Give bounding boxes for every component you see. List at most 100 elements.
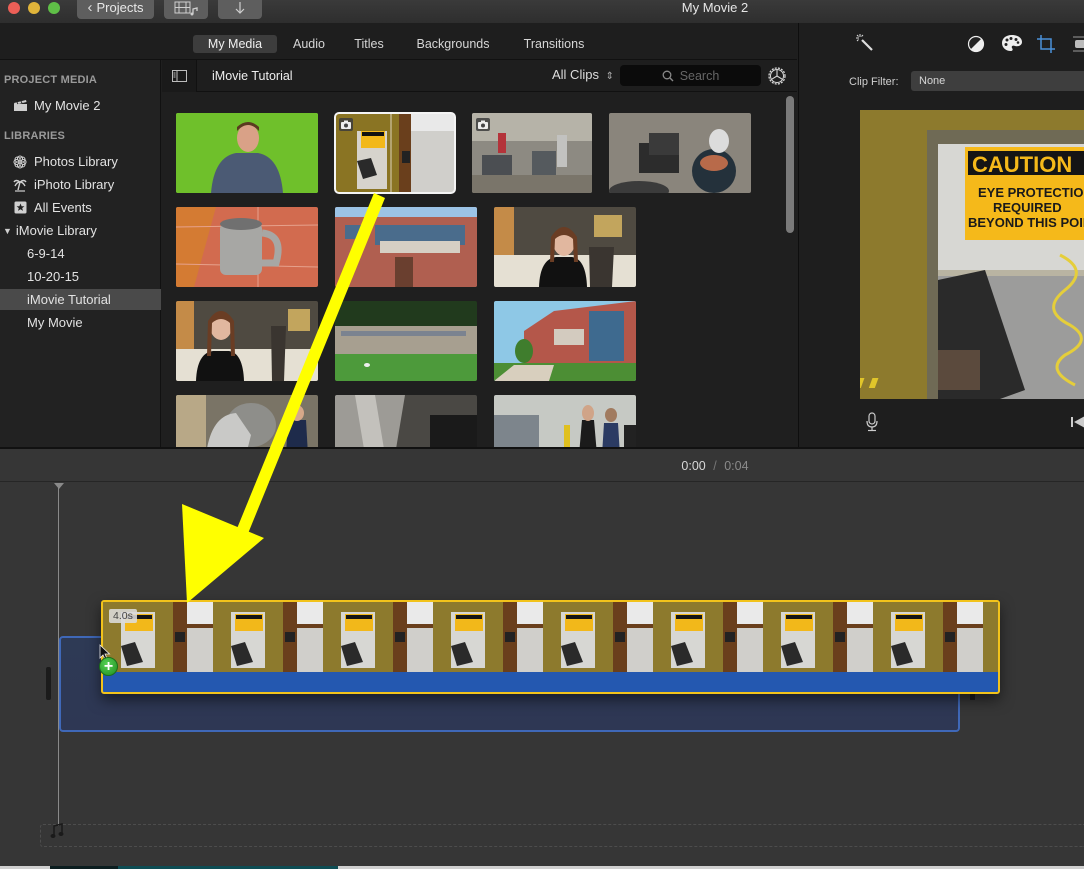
sidebar-item-all-events[interactable]: All Events — [0, 197, 161, 218]
media-clip-pewter-mug[interactable] — [176, 207, 318, 287]
clip-thumbnail — [472, 113, 592, 193]
media-clip-caution-sign-door[interactable] — [334, 112, 456, 194]
media-clip-casting-molds[interactable] — [609, 113, 751, 193]
preview-sign-line-2: REQUIRED — [993, 200, 1062, 215]
libraries-sidebar: PROJECT MEDIA My Movie 2 LIBRARIES Photo… — [0, 60, 161, 447]
libraries-header: LIBRARIES — [4, 130, 66, 142]
preview-frame: CAUTION EYE PROTECTION REQUIRED BEYOND T… — [860, 110, 1084, 399]
tab-backgrounds[interactable]: Backgrounds — [408, 35, 498, 53]
media-browser-toggle-button[interactable] — [164, 0, 208, 19]
photo-badge — [339, 118, 353, 131]
sidebar-item-my-movie-2[interactable]: My Movie 2 — [0, 95, 161, 116]
clip-thumbnail — [494, 301, 636, 381]
music-note-icon — [50, 823, 64, 838]
clips-filter-dropdown[interactable]: All Clips ⇕ — [552, 67, 614, 82]
media-clip-university-sign-wall[interactable] — [335, 301, 477, 381]
stabilization-icon[interactable] — [1073, 35, 1084, 53]
time-separator: / — [713, 459, 717, 473]
disclosure-triangle-icon[interactable]: ▼ — [3, 226, 12, 236]
clip-thumbnail — [176, 395, 318, 447]
import-media-button[interactable] — [218, 0, 262, 19]
projects-button[interactable]: ‹ Projects — [77, 0, 154, 19]
media-clip-foundry-workshop[interactable] — [472, 113, 592, 193]
zoom-window-button[interactable] — [48, 2, 60, 14]
tab-audio[interactable]: Audio — [285, 35, 333, 53]
color-palette-icon[interactable] — [1001, 34, 1023, 53]
clip-thumbnail — [494, 395, 636, 447]
preview-sign-line-3: BEYOND THIS POINT — [968, 215, 1084, 230]
browser-header: iMovie Tutorial All Clips ⇕ Search — [162, 60, 797, 92]
media-clip-man-green-screen[interactable] — [176, 113, 318, 193]
current-time: 0:00 — [681, 459, 706, 473]
total-time: 0:04 — [724, 459, 749, 473]
playhead-handle[interactable] — [54, 483, 64, 489]
timeline: 0:00 / 0:04 4.0s + — [0, 447, 1084, 869]
search-icon — [662, 70, 674, 81]
magic-wand-icon[interactable] — [855, 33, 875, 53]
clip-thumbnail — [335, 301, 477, 381]
timeline-right-edge — [970, 694, 975, 700]
photos-flower-icon — [12, 154, 28, 169]
hide-sidebar-button[interactable] — [162, 60, 197, 92]
minimize-window-button[interactable] — [28, 2, 40, 14]
dragged-clip[interactable]: 4.0s — [101, 600, 1000, 694]
tab-titles[interactable]: Titles — [345, 35, 393, 53]
timeline-left-edge — [46, 667, 51, 700]
clip-thumbnail — [176, 113, 318, 193]
media-browser-scrollbar[interactable] — [786, 96, 794, 233]
skip-to-start-icon[interactable] — [1071, 416, 1084, 428]
music-well[interactable] — [40, 824, 1084, 847]
video-preview[interactable]: CAUTION EYE PROTECTION REQUIRED BEYOND T… — [860, 110, 1084, 399]
sidebar-item-event-6-9-14[interactable]: 6-9-14 — [0, 243, 161, 264]
microphone-icon[interactable] — [865, 412, 879, 432]
clip-frame — [213, 602, 323, 672]
clip-thumbnail — [335, 113, 455, 193]
film-music-icon — [174, 1, 198, 15]
media-clip-campus-building-lawn[interactable] — [494, 301, 636, 381]
window-title: My Movie 2 — [681, 0, 749, 15]
camera-icon — [341, 120, 351, 129]
add-clip-plus-icon: + — [99, 657, 118, 676]
clip-filter-select[interactable]: None — [911, 71, 1084, 91]
camera-icon — [478, 120, 488, 129]
media-browser-grid — [162, 93, 797, 447]
tab-transitions[interactable]: Transitions — [514, 35, 594, 53]
clip-frame — [323, 602, 433, 672]
clip-frame — [433, 602, 543, 672]
close-window-button[interactable] — [8, 2, 20, 14]
clip-filmstrip — [103, 602, 998, 672]
media-clip-woman-interview-2[interactable] — [176, 301, 318, 381]
sidebar-item-event-10-20-15[interactable]: 10-20-15 — [0, 266, 161, 287]
sidebar-item-photos-library[interactable]: Photos Library — [0, 151, 161, 172]
event-title: iMovie Tutorial — [212, 69, 293, 83]
clip-thumbnail — [494, 207, 636, 287]
browser-tab-bar: My Media Audio Titles Backgrounds Transi… — [0, 23, 797, 60]
clip-filter-label: Clip Filter: — [849, 76, 899, 88]
preview-sign-line-1: EYE PROTECTION — [978, 185, 1084, 200]
sidebar-item-iphoto-library[interactable]: iPhoto Library — [0, 174, 161, 195]
sidebar-item-event-imovie-tutorial[interactable]: iMovie Tutorial — [0, 289, 161, 310]
clapperboard-icon — [12, 99, 28, 113]
media-clip-students-at-machine[interactable] — [494, 395, 636, 447]
tab-my-media[interactable]: My Media — [193, 35, 277, 53]
timecode-bar: 0:00 / 0:04 — [0, 449, 1084, 482]
clip-duration-badge: 4.0s — [109, 609, 137, 623]
media-clip-foundry-worker-suit[interactable] — [176, 395, 318, 447]
sidebar-item-event-my-movie[interactable]: My Movie — [0, 312, 161, 333]
clip-thumbnail — [609, 113, 751, 193]
media-clip-woman-interview-1[interactable] — [494, 207, 636, 287]
search-input[interactable]: Search — [620, 65, 761, 86]
sidebar-item-imovie-library[interactable]: ▼ iMovie Library — [0, 220, 161, 241]
media-clip-campus-building-entrance[interactable] — [335, 207, 477, 287]
clip-frame — [983, 602, 998, 672]
clip-thumbnail — [335, 207, 477, 287]
up-down-chevron-icon: ⇕ — [605, 71, 614, 82]
gear-icon[interactable] — [766, 65, 788, 87]
media-clip-protective-suit-closeup[interactable] — [335, 395, 477, 447]
timecode-display: 0:00 / 0:04 — [0, 459, 1084, 473]
crop-icon[interactable] — [1037, 35, 1057, 53]
photo-badge — [476, 118, 490, 131]
preview-caution-heading: CAUTION — [972, 152, 1072, 177]
clip-frame — [873, 602, 983, 672]
color-balance-icon[interactable] — [967, 35, 985, 53]
